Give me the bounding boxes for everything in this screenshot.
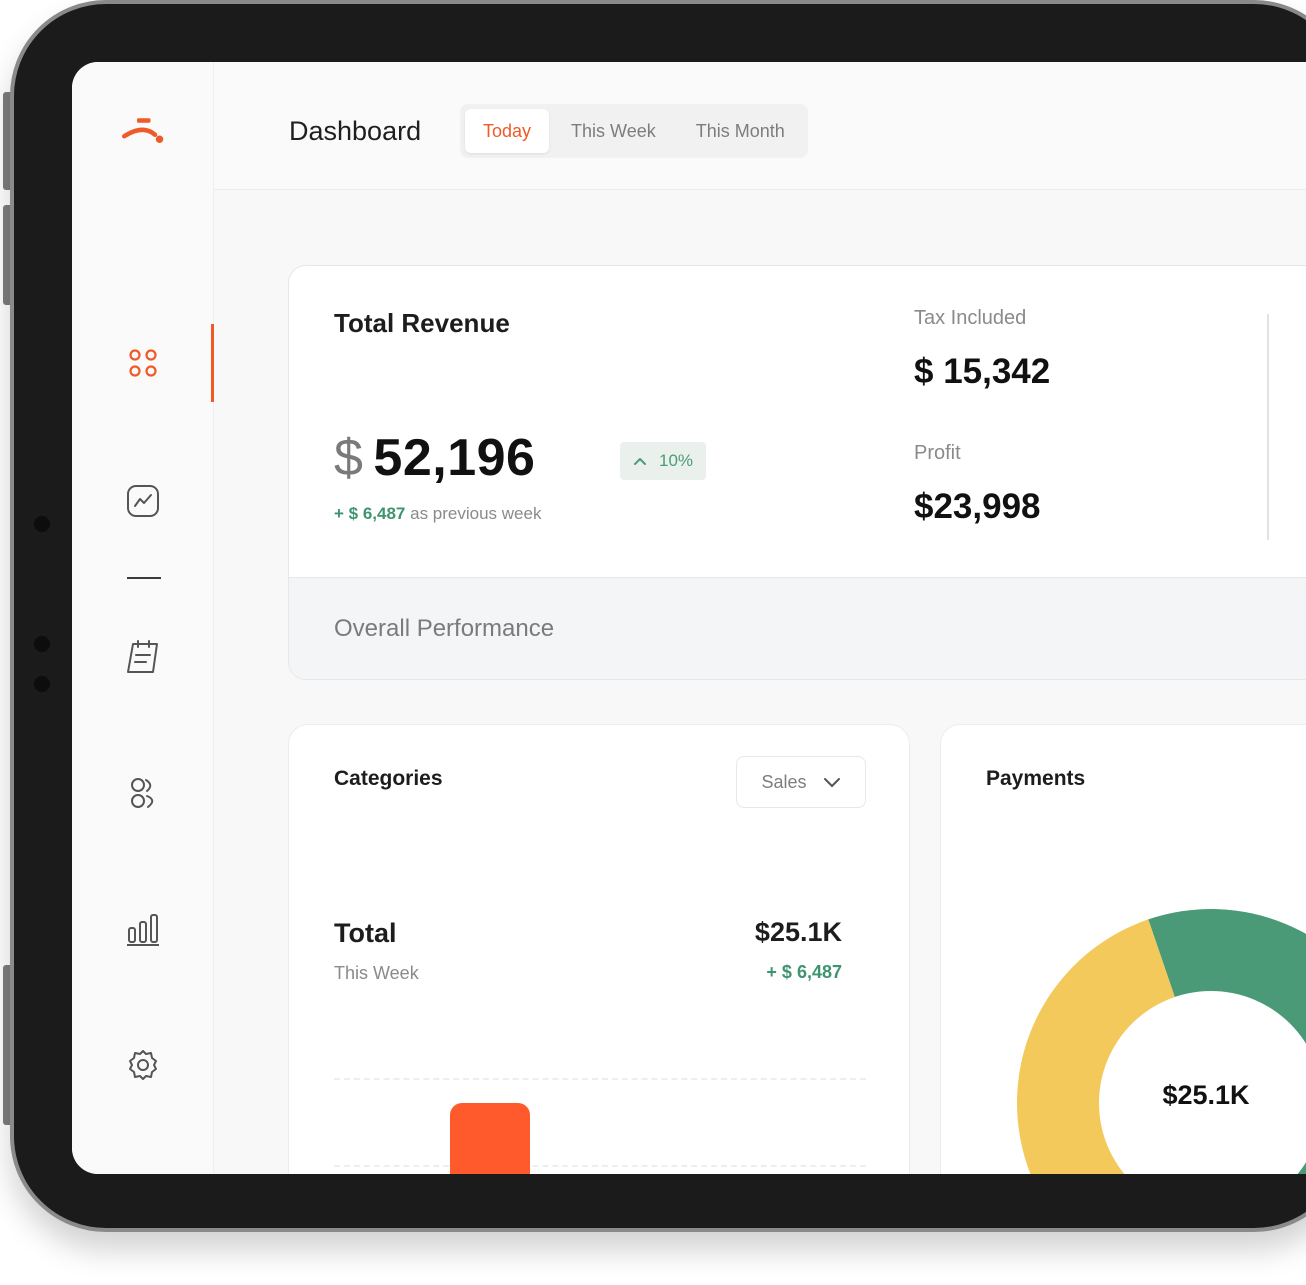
sidebar-active-indicator: [211, 324, 214, 402]
sidebar-divider: [127, 577, 161, 579]
notepad-icon: [127, 640, 158, 673]
donut-center-value: $25.1K: [1162, 1080, 1250, 1110]
four-dots-icon: [129, 349, 157, 377]
page-title: Dashboard: [289, 116, 422, 146]
previous-change-value: + $ 6,487: [334, 504, 406, 523]
sidebar-item-customers[interactable]: [122, 772, 164, 814]
overall-performance-row[interactable]: Overall Performance: [289, 577, 1306, 679]
sidebar-item-orders[interactable]: [122, 636, 164, 678]
bar-chart-icon: [127, 914, 159, 946]
tab-this-month[interactable]: This Month: [678, 109, 803, 153]
categories-title: Categories: [334, 767, 443, 790]
revenue-comparison: + $ 6,487 as previous week: [334, 504, 541, 524]
chart-gridline: [334, 1078, 866, 1080]
overall-performance-label: Overall Performance: [334, 615, 555, 642]
sensor-dot: [34, 636, 50, 652]
sidebar-item-reports[interactable]: [122, 908, 164, 950]
categories-card: Categories Sales Total This Week $25.1K …: [288, 724, 910, 1174]
tax-value: $ 15,342: [914, 352, 1051, 391]
chart-gridline: [334, 1165, 866, 1167]
sidebar-item-settings[interactable]: [122, 1044, 164, 1086]
total-value: $25.1K: [754, 917, 842, 947]
total-change: + $ 6,487: [766, 962, 842, 982]
previous-change-label: as previous week: [410, 504, 542, 523]
tab-today[interactable]: Today: [465, 109, 550, 153]
line-chart-icon: [127, 485, 159, 517]
payments-title: Payments: [986, 767, 1086, 790]
select-value: Sales: [761, 771, 807, 792]
sidebar: [72, 62, 214, 1174]
total-period: This Week: [334, 963, 419, 983]
change-badge: 10%: [620, 442, 706, 480]
revenue-value: 52,196: [373, 429, 536, 487]
app-screen: Dashboard Today This Week This Month Tot…: [72, 62, 1306, 1174]
card-divider: [1267, 314, 1269, 540]
users-icon: [131, 778, 154, 808]
payments-card: Payments $25.1K: [940, 724, 1306, 1174]
tax-label: Tax Included: [914, 307, 1027, 329]
gear-icon: [129, 1050, 157, 1080]
profit-label: Profit: [914, 442, 961, 464]
sensor-dot: [34, 676, 50, 692]
currency-symbol: $: [334, 429, 364, 487]
chevron-down-icon: [823, 778, 840, 787]
revenue-title: Total Revenue: [334, 308, 510, 338]
revenue-amount: $52,196: [334, 428, 535, 488]
chevron-up-icon: [633, 458, 646, 465]
period-tabs: Today This Week This Month: [460, 104, 808, 158]
category-bar[interactable]: [450, 1103, 530, 1174]
category-metric-select[interactable]: Sales: [736, 756, 866, 808]
sidebar-item-analytics[interactable]: [122, 480, 164, 522]
change-percent: 10%: [658, 451, 694, 470]
payments-donut-chart: [1017, 909, 1306, 1174]
brand-logo[interactable]: [122, 110, 164, 152]
top-header: Dashboard Today This Week This Month: [214, 62, 1306, 190]
tab-this-week[interactable]: This Week: [553, 109, 674, 153]
profit-value: $23,998: [914, 487, 1041, 526]
total-label: Total: [334, 918, 397, 948]
total-revenue-card: Total Revenue $52,196 10% + $ 6,487 as p…: [288, 265, 1306, 680]
sidebar-item-dashboard[interactable]: [122, 342, 164, 384]
camera-dot: [34, 516, 50, 532]
